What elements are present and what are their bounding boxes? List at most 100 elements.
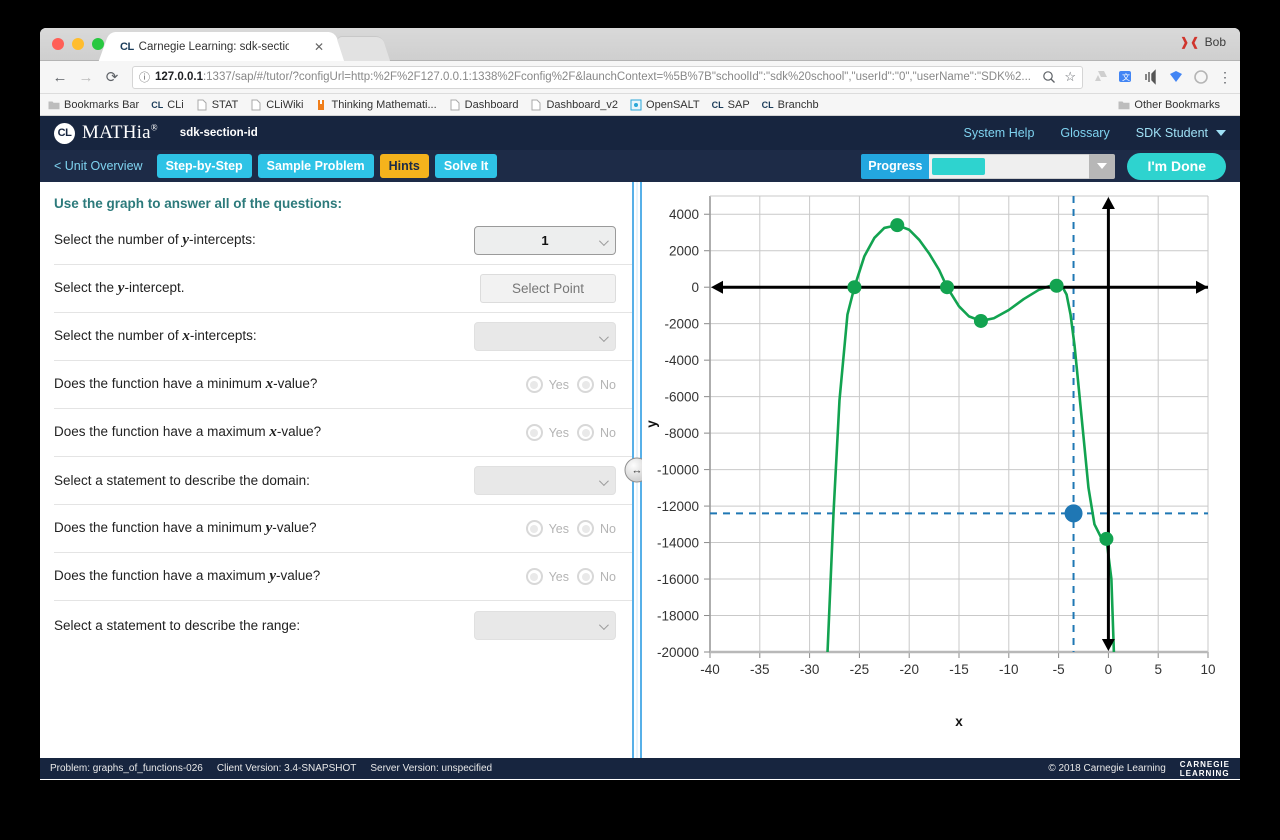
radio-yes[interactable]: Yes <box>525 376 569 393</box>
question-row-select-y-intercept: Select the y-intercept. Select Point <box>54 265 632 313</box>
system-help-link[interactable]: System Help <box>964 126 1035 140</box>
bookmark-item[interactable]: Bookmarks Bar <box>48 99 139 111</box>
radio-no[interactable]: No <box>577 424 616 441</box>
bookmark-item[interactable]: CLiWiki <box>250 99 303 111</box>
bookmark-star-icon[interactable]: ☆ <box>1064 69 1076 85</box>
audio-extension-icon[interactable] <box>1143 69 1159 85</box>
close-tab-icon[interactable]: ✕ <box>314 40 324 54</box>
graph-point-marker[interactable] <box>847 280 862 295</box>
x-intercept-count-select[interactable] <box>474 322 616 351</box>
range-statement-select[interactable] <box>474 610 616 640</box>
browser-profile-chip[interactable]: ❱❰ Bob <box>1180 35 1226 49</box>
label-text: Does the function have a minimum <box>54 520 266 535</box>
shield-extension-icon[interactable] <box>1168 69 1184 85</box>
cl-icon: CL <box>761 99 774 110</box>
label-text: Does the function have a maximum <box>54 424 270 439</box>
hints-button[interactable]: Hints <box>379 154 429 178</box>
sample-problem-button[interactable]: Sample Problem <box>257 154 374 178</box>
step-by-step-button[interactable]: Step-by-Step <box>156 154 252 178</box>
question-control: Yes No <box>474 568 616 585</box>
app-footer: Problem: graphs_of_functions-026 Client … <box>40 758 1240 779</box>
label-text: Does the function have a maximum <box>54 568 270 583</box>
graph-panel[interactable]: -40 -35 -30 -25 -20 -15 -10 -5 0 5 10 4000 2000 0 -200… <box>642 182 1240 758</box>
forward-button[interactable]: → <box>74 69 98 86</box>
y-tick-label: -14000 <box>657 536 699 551</box>
graph-point-marker[interactable] <box>890 218 905 233</box>
x-tick-label: -40 <box>700 662 720 677</box>
bookmark-label: Thinking Mathemati... <box>331 98 437 111</box>
select-point-button[interactable]: Select Point <box>480 274 616 303</box>
address-bar[interactable]: ⓘ 127.0.0.1:1337/sap/#/tutor/?configUrl=… <box>132 65 1083 89</box>
x-tick-label: -35 <box>750 662 770 677</box>
other-bookmarks-button[interactable]: Other Bookmarks <box>1118 99 1220 111</box>
radio-group-max-y: Yes No <box>525 568 616 585</box>
bookmark-label: CLi <box>167 98 184 111</box>
zoom-search-icon[interactable] <box>1042 70 1056 84</box>
question-control: Select Point <box>474 274 616 303</box>
radio-no[interactable]: No <box>577 520 616 537</box>
panel-divider[interactable]: ↔ <box>624 182 650 758</box>
question-row-y-intercept-count: Select the number of y-intercepts: 1 <box>54 217 632 265</box>
bookmark-item[interactable]: Thinking Mathemati... <box>315 98 437 111</box>
brand-line-2: LEARNING <box>1179 768 1230 778</box>
solve-it-button[interactable]: Solve It <box>434 154 498 178</box>
chevron-down-icon <box>1216 130 1226 136</box>
graph-point-marker[interactable] <box>973 313 988 328</box>
label-variable: x <box>265 376 274 392</box>
reload-button[interactable]: ⟳ <box>100 68 124 86</box>
question-label: Select the number of x-intercepts: <box>54 328 474 345</box>
radio-no[interactable]: No <box>577 568 616 585</box>
site-info-icon[interactable]: ⓘ <box>139 69 150 85</box>
bookmark-item[interactable]: Dashboard <box>449 99 518 111</box>
progress-dropdown-button[interactable] <box>1089 153 1116 179</box>
graph-point-marker[interactable] <box>940 280 955 295</box>
glossary-link[interactable]: Glossary <box>1060 126 1109 140</box>
question-label: Does the function have a maximum y-value… <box>54 568 474 585</box>
browser-menu-icon[interactable]: ⋮ <box>1218 69 1232 86</box>
bookmark-item[interactable]: OpenSALT <box>630 99 700 111</box>
other-bookmarks-label: Other Bookmarks <box>1134 98 1220 111</box>
browser-tab[interactable]: CL Carnegie Learning: sdk-section ✕ <box>112 32 332 61</box>
chevron-down-icon <box>598 475 609 486</box>
bookmark-item[interactable]: CL SAP <box>712 99 750 111</box>
im-done-button[interactable]: I'm Done <box>1127 152 1226 180</box>
close-window-button[interactable] <box>52 38 64 50</box>
user-menu[interactable]: SDK Student <box>1136 126 1226 140</box>
y-intercept-count-select[interactable]: 1 <box>474 226 616 255</box>
translate-extension-icon[interactable]: 文 <box>1118 69 1134 85</box>
progress-bar[interactable]: Progress <box>861 153 1116 179</box>
cl-icon: CL <box>151 99 164 110</box>
new-tab-button[interactable] <box>335 36 391 61</box>
label-text: Select the number of <box>54 328 183 343</box>
y-tick-label: -2000 <box>664 317 699 332</box>
app-header: CL MATHia® sdk-section-id System Help Gl… <box>40 116 1240 150</box>
radio-no[interactable]: No <box>577 376 616 393</box>
back-button[interactable]: ← <box>48 69 72 86</box>
unit-overview-link[interactable]: < Unit Overview <box>54 159 143 173</box>
page-icon <box>251 99 261 110</box>
radio-yes[interactable]: Yes <box>525 520 569 537</box>
radio-group-max-x: Yes No <box>525 424 616 441</box>
bookmark-item[interactable]: STAT <box>196 99 238 111</box>
client-version-label: Client Version: 3.4-SNAPSHOT <box>216 763 357 774</box>
function-graph[interactable]: -40 -35 -30 -25 -20 -15 -10 -5 0 5 10 4000 2000 0 -200… <box>642 182 1238 740</box>
drive-extension-icon[interactable] <box>1093 69 1109 85</box>
graph-point-marker[interactable] <box>1049 278 1064 293</box>
domain-statement-select[interactable] <box>474 466 616 495</box>
graph-point-marker[interactable] <box>1099 531 1114 546</box>
radio-yes[interactable]: Yes <box>525 424 569 441</box>
bookmark-item[interactable]: Dashboard_v2 <box>530 99 618 111</box>
circle-extension-icon[interactable] <box>1193 69 1209 85</box>
bookmark-item[interactable]: CL Branchb <box>762 99 819 111</box>
radio-circle-icon <box>525 424 543 441</box>
radio-label: No <box>600 569 616 584</box>
label-text-suffix: -value? <box>276 424 322 439</box>
y-tick-label: -8000 <box>664 426 699 441</box>
browser-titlebar: CL Carnegie Learning: sdk-section ✕ ❱❰ B… <box>40 28 1240 61</box>
label-text-suffix: -intercepts: <box>189 232 256 247</box>
radio-yes[interactable]: Yes <box>525 568 569 585</box>
bookmark-item[interactable]: CL CLi <box>151 99 184 111</box>
radio-circle-icon <box>577 520 595 537</box>
selected-point-marker[interactable] <box>1064 504 1083 523</box>
minimize-window-button[interactable] <box>72 38 84 50</box>
